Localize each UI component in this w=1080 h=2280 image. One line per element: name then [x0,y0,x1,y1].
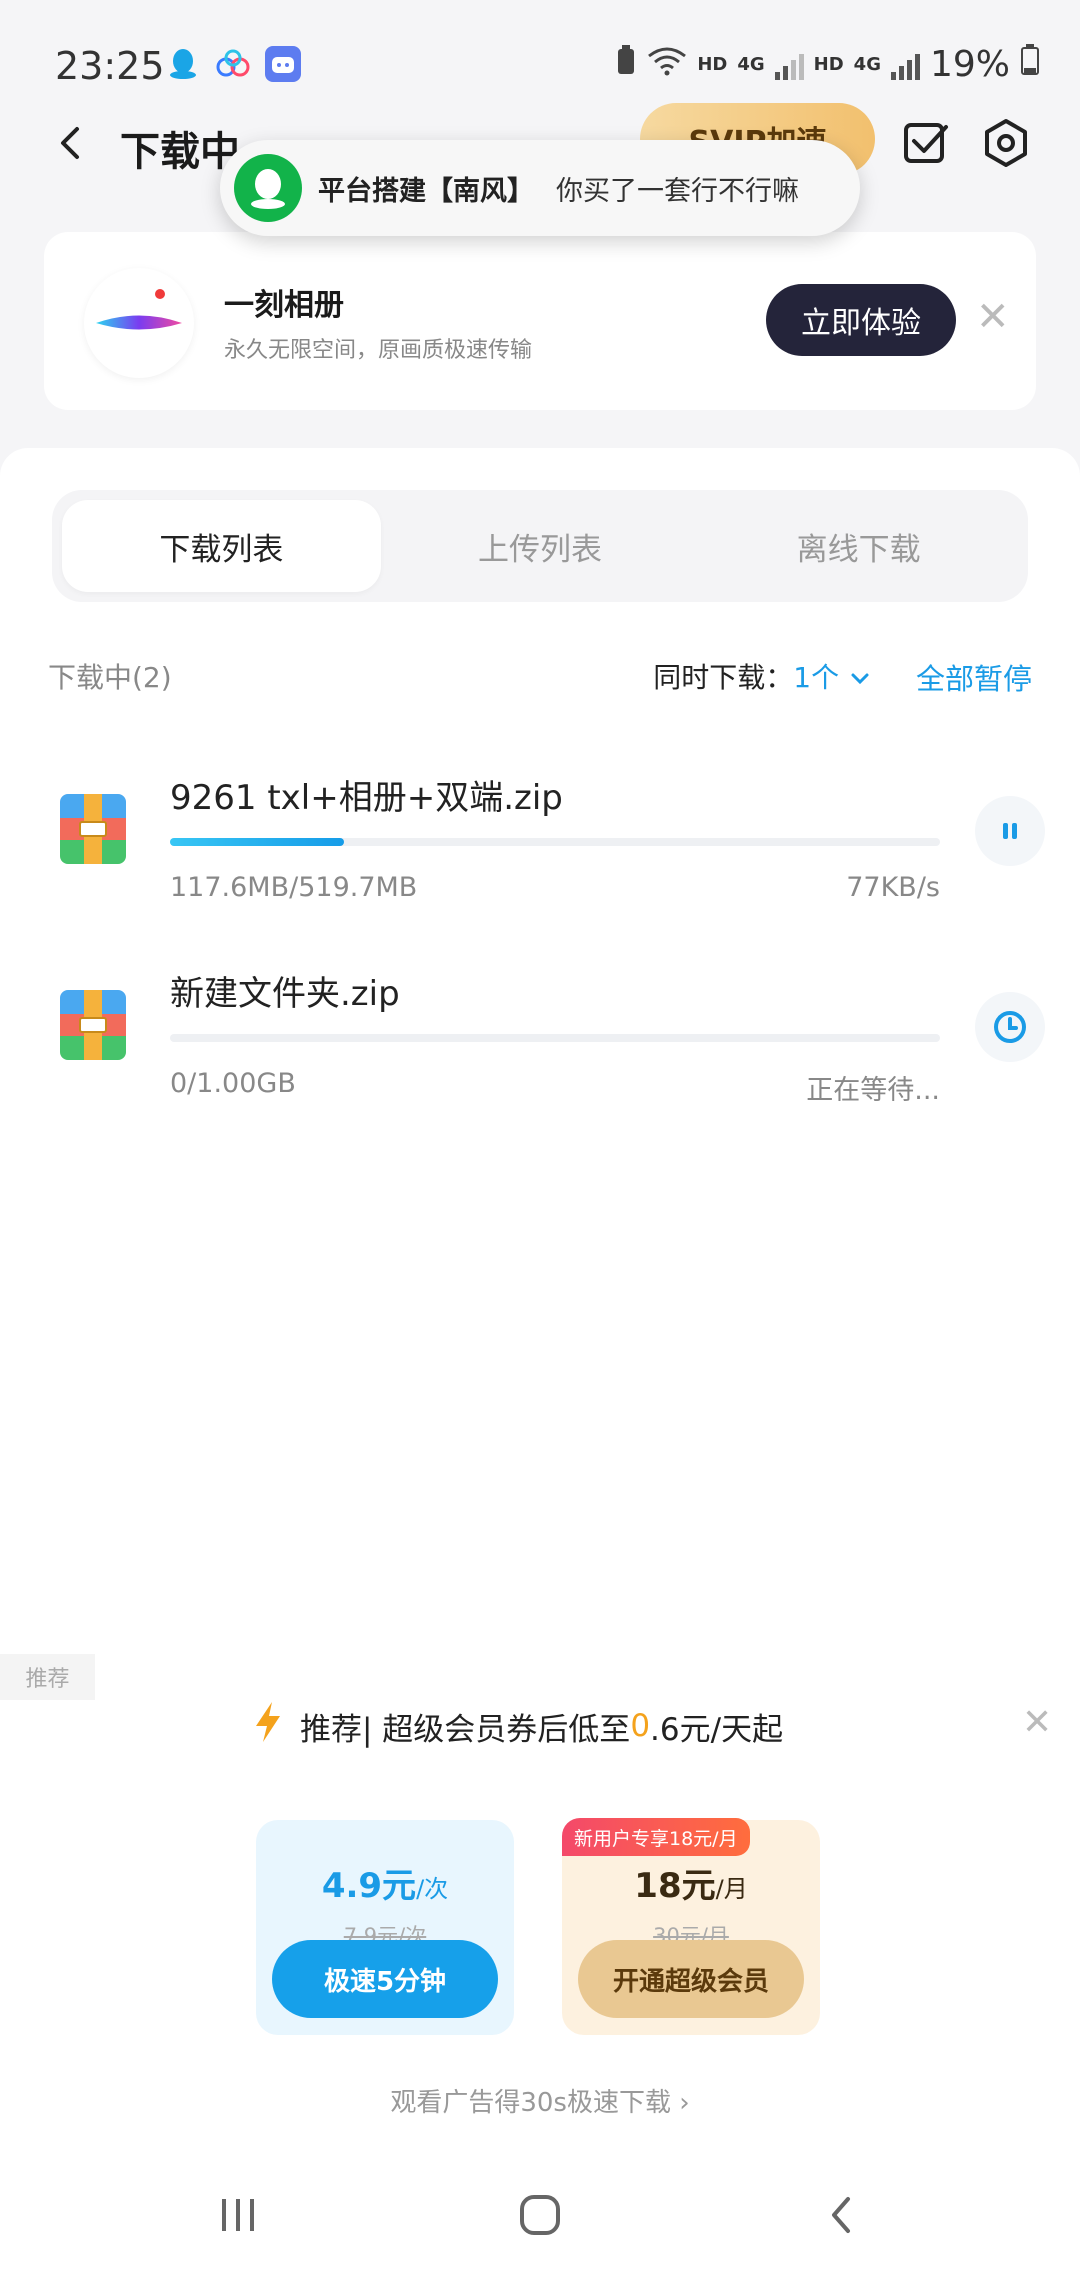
signal-icon-2 [890,50,920,80]
battery-saver-icon [615,44,637,85]
file-name: 9261 txl+相册+双端.zip [170,778,563,818]
file-size: 0/1.00GB [170,1068,296,1099]
lightning-icon [252,1700,284,1752]
download-item[interactable]: 新建文件夹.zip 0/1.00GB 正在等待... [0,962,1080,1142]
zip-file-icon [60,794,126,864]
notification-icons [165,46,301,82]
file-name: 新建文件夹.zip [170,974,400,1014]
price: 18元/月 [634,1866,748,1906]
try-now-button[interactable]: 立即体验 [766,284,956,356]
settings-icon[interactable] [978,115,1034,171]
recent-apps-icon[interactable] [198,2180,278,2250]
concurrent-download-select[interactable]: 同时下载：1个 [653,656,872,696]
chevron-down-icon [848,661,872,694]
battery-icon [1020,44,1040,85]
new-user-badge: 新用户专享18元/月 [562,1818,750,1856]
speedup-card[interactable]: 4.9元/次 7.9元/次 极速5分钟 [256,1820,514,2035]
transfer-panel: 下载列表 上传列表 离线下载 下载中(2) 同时下载：1个 全部暂停 9261 … [0,448,1080,1680]
hd-label-2: HD [813,54,844,75]
network-type: 4G [737,54,765,75]
open-super-vip-button[interactable]: 开通超级会员 [578,1940,804,2018]
wifi-icon [647,44,687,85]
ad-title: 一刻相册 [224,288,344,323]
progress-bar [170,838,940,846]
message-toast[interactable]: 平台搭建【南风】 你买了一套行不行嘛 [220,140,860,236]
concurrent-label: 同时下载： [653,661,794,694]
ad-subtitle: 永久无限空间，原画质极速传输 [224,338,533,363]
check-square-icon[interactable] [898,115,954,171]
zip-file-icon [60,990,126,1060]
watch-ad-link[interactable]: 观看广告得30s极速下载 › [0,2082,1080,2119]
promo-ad-card[interactable]: 一刻相册 永久无限空间，原画质极速传输 立即体验 ✕ [44,232,1036,410]
back-icon[interactable] [55,123,85,174]
transfer-tabs: 下载列表 上传列表 离线下载 [52,490,1028,602]
status-right: HD 4G HD 4G 19% [615,44,1040,85]
promo-text: 推荐| 超级会员券后低至 [300,1711,631,1748]
tab-offline-download[interactable]: 离线下载 [699,500,1018,592]
close-icon[interactable]: ✕ [976,294,1010,340]
speed-5min-button[interactable]: 极速5分钟 [272,1940,498,2018]
pause-icon[interactable] [975,796,1045,866]
qq-avatar-icon [234,154,302,222]
promo-highlight: 0 [630,1708,651,1744]
downloading-count: 下载中(2) [48,661,172,694]
network-type-2: 4G [853,54,881,75]
download-item[interactable]: 9261 txl+相册+双端.zip 117.6MB/519.7MB 77KB/… [0,766,1080,946]
signal-icon [774,50,804,80]
page-title: 下载中 [120,129,240,175]
progress-fill [170,838,345,846]
concurrent-value[interactable]: 1个 [793,661,839,694]
pause-all-button[interactable]: 全部暂停 [916,656,1032,698]
system-nav-bar [0,2150,1080,2280]
promo-text-end: .6元/天起 [650,1711,784,1748]
progress-bar [170,1034,940,1042]
nav-back-icon[interactable] [800,2180,880,2250]
battery-percent: 19% [929,44,1010,85]
toast-message: 你买了一套行不行嘛 [556,175,799,207]
toast-sender: 平台搭建【南风】 [318,175,534,207]
tab-download-list[interactable]: 下载列表 [62,500,381,592]
promo-tag: 推荐 [0,1654,95,1700]
tab-upload-list[interactable]: 上传列表 [381,500,700,592]
yike-album-logo [84,268,194,378]
download-speed: 77KB/s [846,872,940,903]
home-icon[interactable] [500,2180,580,2250]
price: 4.9元/次 [321,1866,449,1906]
hd-label: HD [697,54,728,75]
file-size: 117.6MB/519.7MB [170,872,418,903]
close-icon[interactable]: ✕ [1022,1702,1052,1743]
clock-icon[interactable] [975,992,1045,1062]
baidu-netdisk-icon [215,46,251,82]
super-vip-card[interactable]: 新用户专享18元/月 18元/月 30元/月 开通超级会员 [562,1818,820,2035]
list-header: 下载中(2) 同时下载：1个 全部暂停 [48,650,1032,700]
bot-app-icon [265,46,301,82]
status-time: 23:25 [55,44,165,88]
promo-headline: 推荐| 超级会员券后低至 0.6元/天起 [252,1700,783,1752]
vip-promo-section: 推荐 推荐| 超级会员券后低至 0.6元/天起 ✕ 4.9元/次 7.9元/次 极… [0,1654,1080,2150]
qq-icon [165,46,201,82]
download-status: 正在等待... [806,1075,940,1106]
